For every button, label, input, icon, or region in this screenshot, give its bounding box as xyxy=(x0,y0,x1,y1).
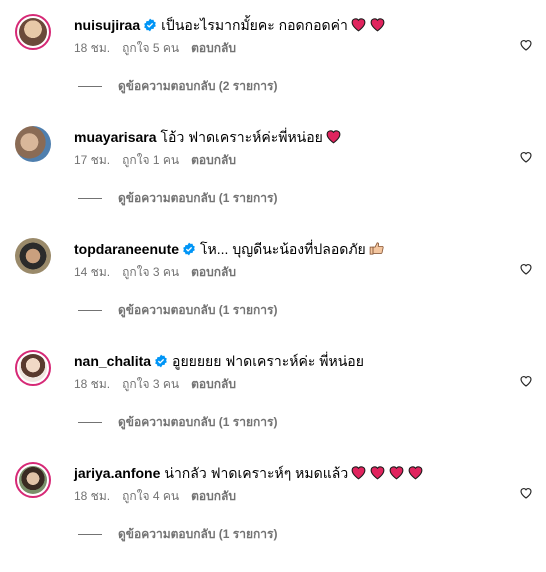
comment-body: jariya.anfone น่ากลัว ฟาดเคราะห์ๆ หมดแล้ว xyxy=(74,464,426,485)
comment-time[interactable]: 17 ชม. xyxy=(74,153,110,167)
comment-likes[interactable]: ถูกใจ 1 คน xyxy=(122,153,179,167)
reply-button[interactable]: ตอบกลับ xyxy=(191,489,236,503)
comment-body: muayarisara โอ้ว ฟาดเคราะห์ค่ะพี่หน่อย xyxy=(74,128,344,149)
heart-outline-icon[interactable] xyxy=(519,150,533,164)
red-heart-emoji xyxy=(351,18,366,32)
comment-username[interactable]: muayarisara xyxy=(74,129,157,145)
comment-meta: 17 ชม. ถูกใจ 1 คน ตอบกลับ xyxy=(74,152,248,168)
comment-username[interactable]: topdaraneenute xyxy=(74,241,179,257)
red-heart-emoji xyxy=(351,466,366,480)
comment-time[interactable]: 18 ชม. xyxy=(74,41,110,55)
reply-button[interactable]: ตอบกลับ xyxy=(191,377,236,391)
view-replies-label: ดูข้อความตอบกลับ (1 รายการ) xyxy=(118,303,278,317)
red-heart-emoji xyxy=(326,130,341,144)
comment-text: น่ากลัว ฟาดเคราะห์ๆ หมดแล้ว xyxy=(164,465,349,481)
verified-badge-icon xyxy=(154,354,168,372)
heart-outline-icon[interactable] xyxy=(519,262,533,276)
divider xyxy=(78,422,102,424)
view-replies-label: ดูข้อความตอบกลับ (2 รายการ) xyxy=(118,79,278,93)
comment-text: โห... บุญดีนะน้องที่ปลอดภัย xyxy=(200,241,366,257)
view-replies-button[interactable]: ดูข้อความตอบกลับ (2 รายการ) xyxy=(78,78,277,94)
divider xyxy=(78,198,102,200)
avatar[interactable] xyxy=(15,238,51,274)
comment-username[interactable]: nuisujiraa xyxy=(74,17,140,33)
comment-text: เป็นอะไรมากมั้ยคะ กอดกอดค่า xyxy=(161,17,348,33)
comment-username[interactable]: nan_chalita xyxy=(74,353,151,369)
heart-outline-icon[interactable] xyxy=(519,374,533,388)
view-replies-button[interactable]: ดูข้อความตอบกลับ (1 รายการ) xyxy=(78,190,277,206)
view-replies-button[interactable]: ดูข้อความตอบกลับ (1 รายการ) xyxy=(78,526,277,542)
avatar[interactable] xyxy=(15,462,51,498)
comment-meta: 14 ชม. ถูกใจ 3 คน ตอบกลับ xyxy=(74,264,248,280)
comment-likes[interactable]: ถูกใจ 3 คน xyxy=(122,265,179,279)
red-heart-emoji xyxy=(370,18,385,32)
reply-button[interactable]: ตอบกลับ xyxy=(191,265,236,279)
comment-meta: 18 ชม. ถูกใจ 4 คน ตอบกลับ xyxy=(74,488,248,504)
comment-item: muayarisara โอ้ว ฟาดเคราะห์ค่ะพี่หน่อย 17… xyxy=(0,124,546,236)
emoji-hearts xyxy=(325,128,344,149)
comment-body: nan_chalita อูยยยยย ฟาดเคราะห์ค่ะ พี่หน่อ… xyxy=(74,352,364,372)
emoji-thumbs xyxy=(368,240,387,261)
verified-badge-icon xyxy=(143,18,157,36)
comment-item: nan_chalita อูยยยยย ฟาดเคราะห์ค่ะ พี่หน่อ… xyxy=(0,348,546,460)
comment-body: topdaraneenute โห... บุญดีนะน้องที่ปลอดภั… xyxy=(74,240,387,261)
comment-time[interactable]: 18 ชม. xyxy=(74,377,110,391)
comment-item: topdaraneenute โห... บุญดีนะน้องที่ปลอดภั… xyxy=(0,236,546,348)
comment-item: nuisujiraa เป็นอะไรมากมั้ยคะ กอดกอดค่า 18… xyxy=(0,12,546,124)
comment-meta: 18 ชม. ถูกใจ 5 คน ตอบกลับ xyxy=(74,40,248,56)
avatar[interactable] xyxy=(15,350,51,386)
red-heart-emoji xyxy=(408,466,423,480)
view-replies-button[interactable]: ดูข้อความตอบกลับ (1 รายการ) xyxy=(78,302,277,318)
emoji-hearts xyxy=(350,464,426,485)
emoji-hearts xyxy=(350,16,388,37)
comment-likes[interactable]: ถูกใจ 3 คน xyxy=(122,377,179,391)
heart-outline-icon[interactable] xyxy=(519,486,533,500)
comment-item: jariya.anfone น่ากลัว ฟาดเคราะห์ๆ หมดแล้ว… xyxy=(0,460,546,572)
comment-likes[interactable]: ถูกใจ 5 คน xyxy=(122,41,179,55)
comment-username[interactable]: jariya.anfone xyxy=(74,465,160,481)
comment-time[interactable]: 14 ชม. xyxy=(74,265,110,279)
thumbs-up-emoji xyxy=(369,242,384,255)
view-replies-label: ดูข้อความตอบกลับ (1 รายการ) xyxy=(118,527,278,541)
comment-text: อูยยยยย ฟาดเคราะห์ค่ะ พี่หน่อย xyxy=(172,353,364,369)
reply-button[interactable]: ตอบกลับ xyxy=(191,153,236,167)
avatar[interactable] xyxy=(15,14,51,50)
reply-button[interactable]: ตอบกลับ xyxy=(191,41,236,55)
red-heart-emoji xyxy=(389,466,404,480)
comments-list: nuisujiraa เป็นอะไรมากมั้ยคะ กอดกอดค่า 18… xyxy=(0,0,546,558)
comment-time[interactable]: 18 ชม. xyxy=(74,489,110,503)
view-replies-label: ดูข้อความตอบกลับ (1 รายการ) xyxy=(118,191,278,205)
divider xyxy=(78,86,102,88)
view-replies-button[interactable]: ดูข้อความตอบกลับ (1 รายการ) xyxy=(78,414,277,430)
divider xyxy=(78,310,102,312)
comment-meta: 18 ชม. ถูกใจ 3 คน ตอบกลับ xyxy=(74,376,248,392)
verified-badge-icon xyxy=(182,242,196,260)
heart-outline-icon[interactable] xyxy=(519,38,533,52)
view-replies-label: ดูข้อความตอบกลับ (1 รายการ) xyxy=(118,415,278,429)
comment-body: nuisujiraa เป็นอะไรมากมั้ยคะ กอดกอดค่า xyxy=(74,16,388,37)
red-heart-emoji xyxy=(370,466,385,480)
comment-text: โอ้ว ฟาดเคราะห์ค่ะพี่หน่อย xyxy=(160,129,323,145)
avatar[interactable] xyxy=(15,126,51,162)
comment-likes[interactable]: ถูกใจ 4 คน xyxy=(122,489,179,503)
divider xyxy=(78,534,102,536)
